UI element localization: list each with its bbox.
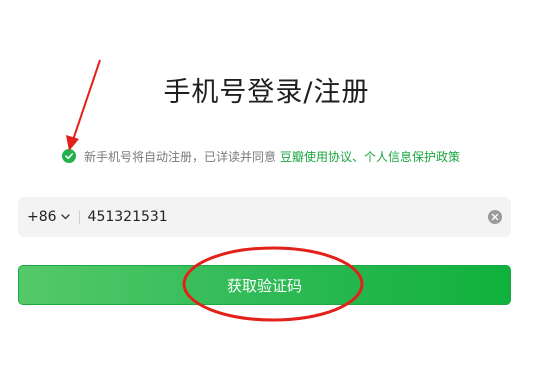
country-code-selector[interactable]: +86: [18, 197, 70, 237]
page-title: 手机号登录/注册: [163, 77, 370, 108]
agreement-checkbox[interactable]: [62, 149, 76, 163]
annotation-overlay: [66, 59, 364, 322]
phone-field: +86: [18, 197, 511, 237]
clear-icon[interactable]: [488, 210, 502, 224]
divider: [78, 210, 80, 224]
chevron-down-icon: [60, 214, 70, 220]
country-code-label: +86: [27, 209, 57, 225]
get-code-button[interactable]: 获取验证码: [18, 265, 511, 305]
agreement-row: 新手机号将自动注册，已详读并同意 豆瓣使用协议、个人信息保护政策: [62, 147, 460, 165]
login-page: 手机号登录/注册 新手机号将自动注册，已详读并同意 豆瓣使用协议、个人信息保护政…: [0, 0, 533, 369]
agreement-links[interactable]: 豆瓣使用协议、个人信息保护政策: [280, 148, 460, 165]
agreement-text: 新手机号将自动注册，已详读并同意: [84, 149, 277, 164]
checkmark-icon: [65, 153, 73, 160]
phone-number-input[interactable]: [87, 199, 488, 235]
